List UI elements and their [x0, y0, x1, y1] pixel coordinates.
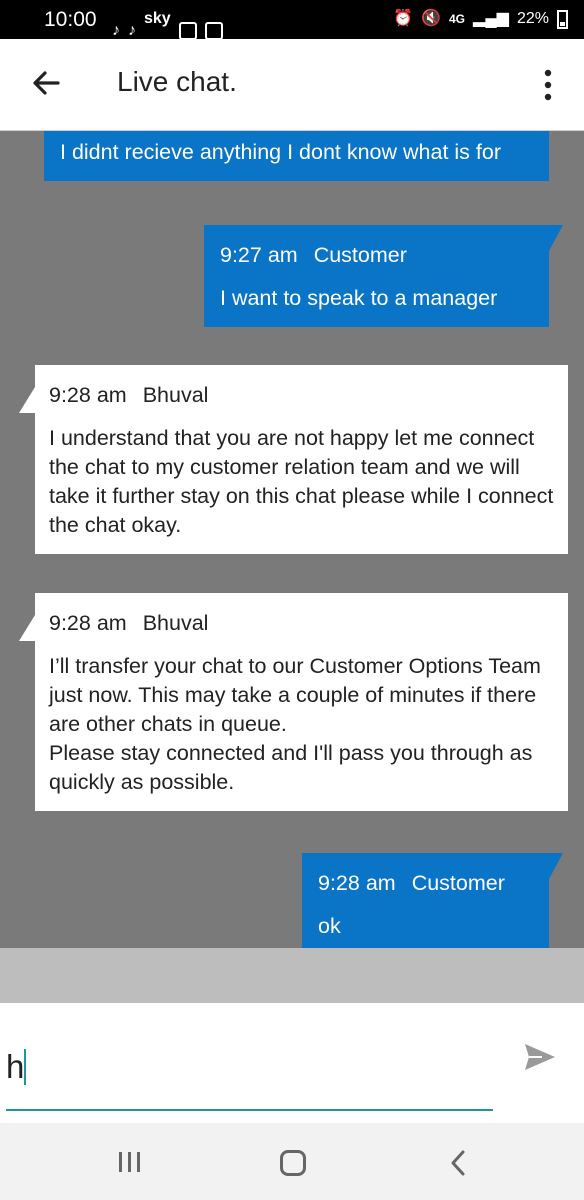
- message-text: I understand that you are not happy let …: [49, 426, 554, 537]
- message-meta: 9:28 am Bhuval: [49, 381, 554, 410]
- message-meta: 9:27 am Customer: [220, 241, 533, 270]
- message-time: 9:28 am: [318, 871, 396, 895]
- status-time: 10:00: [44, 8, 97, 31]
- gallery-icon: [204, 21, 223, 40]
- message-sender: Bhuval: [142, 611, 209, 635]
- message-input-value[interactable]: h: [6, 1048, 24, 1086]
- bubble-tail: [19, 615, 35, 641]
- message-text: Please stay connected and I'll pass you …: [49, 741, 533, 794]
- app-bar: Live chat.: [0, 39, 584, 131]
- status-bar: 10:00 ♪ ♪ sky news ⏰ 🔇 4G ▂▄▆ 22%: [0, 0, 584, 47]
- composer-divider: [0, 948, 584, 1003]
- page-title: Live chat.: [117, 66, 237, 97]
- message-sender: Customer: [411, 871, 505, 895]
- message-incoming: 9:28 am Bhuval I’ll transfer your chat to…: [19, 593, 568, 811]
- battery-icon: [557, 9, 568, 29]
- send-icon[interactable]: [522, 1039, 558, 1075]
- system-icons: ⏰ 🔇 4G ▂▄▆ 22%: [393, 8, 568, 30]
- message-outgoing: 9:27 am Customer I want to speak to a man…: [204, 225, 563, 327]
- signal-icon: ▂▄▆: [473, 10, 509, 27]
- bubble-tail: [19, 387, 35, 413]
- message-input[interactable]: h: [6, 1041, 493, 1111]
- text-caret: [24, 1049, 26, 1085]
- message-meta: 9:28 am Bhuval: [49, 609, 554, 638]
- message-time: 9:28 am: [49, 383, 127, 407]
- alarm-icon: ⏰: [393, 10, 414, 27]
- composer: h: [0, 1003, 584, 1123]
- bubble-tail: [549, 853, 563, 879]
- network-type: 4G: [449, 12, 466, 26]
- chat-thread[interactable]: I didnt recieve anything I dont know wha…: [0, 131, 584, 948]
- input-underline: [6, 1109, 493, 1111]
- battery-percent: 22%: [516, 10, 549, 27]
- message-text: I want to speak to a manager: [220, 286, 498, 310]
- message-meta: 9:28 am Customer: [318, 869, 533, 898]
- mute-icon: 🔇: [421, 10, 441, 27]
- home-icon[interactable]: [280, 1150, 306, 1176]
- camera-app-icon: [178, 21, 197, 40]
- bubble-tail: [549, 225, 563, 251]
- message-sender: Bhuval: [142, 383, 209, 407]
- message-time: 9:28 am: [49, 611, 127, 635]
- sky-news-label: sky: [144, 10, 171, 27]
- system-nav-bar: [0, 1123, 584, 1200]
- back-arrow-icon[interactable]: [28, 65, 64, 101]
- more-options-icon[interactable]: [536, 67, 560, 103]
- message-text: I didnt recieve anything I dont know wha…: [60, 140, 501, 164]
- message-incoming: 9:28 am Bhuval I understand that you are …: [19, 365, 568, 554]
- message-sender: Customer: [313, 243, 407, 267]
- message-outgoing: I didnt recieve anything I dont know wha…: [44, 131, 549, 181]
- message-outgoing: 9:28 am Customer ok: [302, 853, 563, 948]
- message-text: I’ll transfer your chat to our Customer …: [49, 654, 541, 736]
- nav-back-icon[interactable]: [448, 1149, 468, 1177]
- message-text: ok: [318, 914, 341, 938]
- recent-apps-icon[interactable]: [116, 1151, 144, 1173]
- message-time: 9:27 am: [220, 243, 298, 267]
